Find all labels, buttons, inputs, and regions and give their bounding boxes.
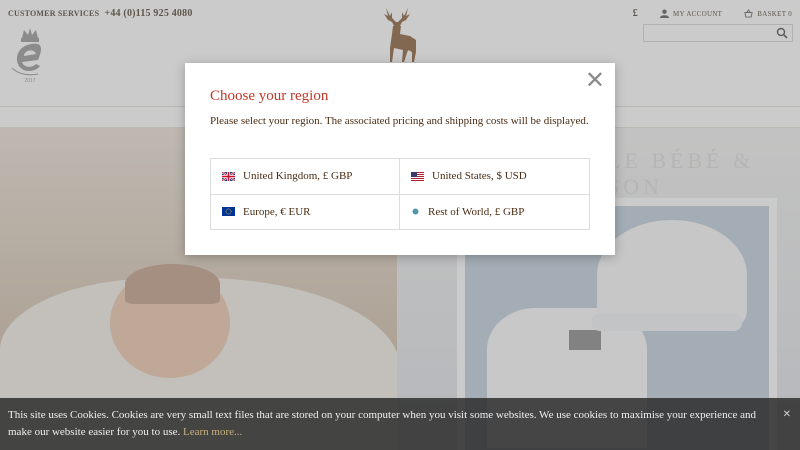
globe-icon <box>412 208 419 215</box>
cookie-close-icon[interactable]: ✕ <box>783 406 791 423</box>
region-option-rest-of-world[interactable]: Rest of World, £ GBP <box>400 195 589 230</box>
region-modal: ✕ Choose your region Please select your … <box>185 63 615 255</box>
learn-more-link[interactable]: Learn more... <box>183 426 242 438</box>
modal-title: Choose your region <box>210 88 329 104</box>
region-option-europe[interactable]: Europe, € EUR <box>211 194 400 229</box>
region-label: Europe, € EUR <box>243 205 311 218</box>
region-label: United Kingdom, £ GBP <box>243 170 353 183</box>
us-flag-icon <box>411 171 424 181</box>
uk-flag-icon <box>222 171 235 181</box>
close-icon[interactable]: ✕ <box>585 68 605 92</box>
eu-flag-icon <box>222 207 235 217</box>
region-label: Rest of World, £ GBP <box>428 205 525 218</box>
region-option-uk[interactable]: United Kingdom, £ GBP <box>211 159 400 195</box>
cookie-text: This site uses Cookies. Cookies are very… <box>8 409 756 438</box>
modal-description: Please select your region. The associate… <box>210 115 589 127</box>
region-grid: United Kingdom, £ GBP United States, $ U… <box>210 158 590 230</box>
region-option-us[interactable]: United States, $ USD <box>400 159 589 195</box>
cookie-bar: This site uses Cookies. Cookies are very… <box>0 398 800 450</box>
region-label: United States, $ USD <box>432 170 527 183</box>
